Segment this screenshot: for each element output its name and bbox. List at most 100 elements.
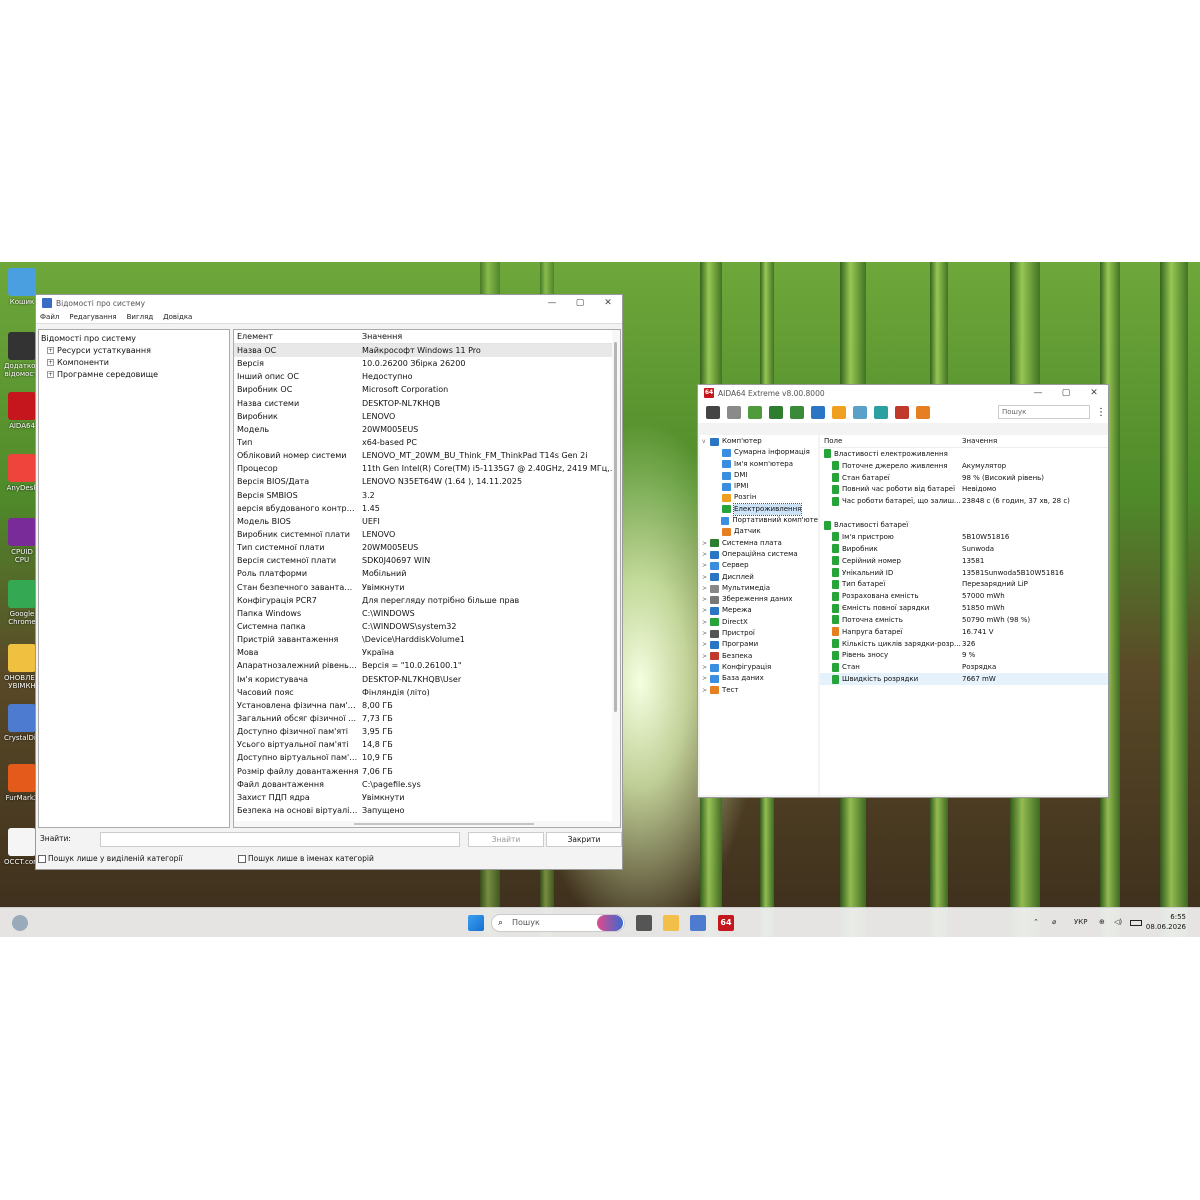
- table-row[interactable]: Версія системної плати SDK0J40697 WIN: [234, 554, 620, 567]
- table-row[interactable]: Усього віртуальної пам'яті 14,8 ГБ: [234, 738, 620, 751]
- column-value[interactable]: Значення: [359, 332, 620, 341]
- chevron-up-icon[interactable]: ⌃: [1033, 918, 1039, 926]
- table-row[interactable]: Апаратнозалежний рівень (HAL)Версія = "1…: [234, 659, 620, 672]
- expand-arrow-icon[interactable]: >: [702, 628, 710, 639]
- tree-node[interactable]: > Тест: [700, 685, 818, 696]
- category-tree[interactable]: Відомості про систему + Ресурси устаткуван…: [38, 329, 230, 828]
- list-item[interactable]: Властивості електроживлення: [820, 448, 1108, 460]
- find-input[interactable]: [100, 832, 460, 847]
- table-row[interactable]: Доступно віртуальної пам'яті 10,9 ГБ: [234, 751, 620, 764]
- search-category-names-checkbox[interactable]: Пошук лише в іменах категорій: [238, 854, 374, 863]
- tree-node[interactable]: Портативний комп'юте: [700, 515, 818, 526]
- table-row[interactable]: Установлена фізична пам'ять (...8,00 ГБ: [234, 699, 620, 712]
- table-row[interactable]: Файл довантаження C:\pagefile.sys: [234, 778, 620, 791]
- aida64-window[interactable]: 64 AIDA64 Extreme v8.00.8000 — ▢ ✕ Пошук…: [697, 384, 1109, 798]
- tree-node[interactable]: > DirectX: [700, 617, 818, 628]
- tree-node[interactable]: v Комп'ютер: [700, 436, 818, 447]
- minimize-button[interactable]: —: [538, 298, 566, 308]
- table-row[interactable]: Виробник ОС Microsoft Corporation: [234, 383, 620, 396]
- users-icon[interactable]: [874, 405, 888, 419]
- table-row[interactable]: Захист ПДП ядра Увімкнути: [234, 791, 620, 804]
- table-row[interactable]: Конфігурація PCR7 Для перегляду потрібно …: [234, 594, 620, 607]
- table-row[interactable]: Версія 10.0.26200 Збірка 26200: [234, 357, 620, 370]
- tree-node[interactable]: > Конфігурація: [700, 662, 818, 673]
- close-window-button[interactable]: ✕: [594, 298, 622, 308]
- tree-node[interactable]: > Збереження даних: [700, 594, 818, 605]
- list-item[interactable]: Розрахована ємність 57000 mWh: [820, 590, 1108, 602]
- cpu-icon[interactable]: [748, 405, 762, 419]
- column-item[interactable]: Елемент: [234, 332, 359, 341]
- table-row[interactable]: версія вбудованого контроле... 1.45: [234, 502, 620, 515]
- table-row[interactable]: Доступно фізичної пам'яті 3,95 ГБ: [234, 725, 620, 738]
- expand-arrow-icon[interactable]: >: [702, 583, 710, 594]
- tree-node[interactable]: > Сервер: [700, 560, 818, 571]
- table-row[interactable]: Назва системи DESKTOP-NL7KHQB: [234, 397, 620, 410]
- clock[interactable]: 6:55 08.06.2026: [1146, 912, 1186, 932]
- start-windows-icon[interactable]: [468, 915, 484, 931]
- tree-node[interactable]: Відомості про систему: [41, 333, 227, 345]
- list-item[interactable]: Ім'я пристрою 5B10W51816: [820, 531, 1108, 543]
- aida64-taskbar-icon[interactable]: 64: [718, 915, 734, 931]
- navigation-tree[interactable]: v Комп'ютер Сумарна інформація Ім'я комп'ют…: [700, 435, 818, 795]
- list-item[interactable]: Ємність повної зарядки 51850 mWh: [820, 602, 1108, 614]
- motherboard-icon[interactable]: [790, 405, 804, 419]
- file-explorer-icon[interactable]: [663, 915, 679, 931]
- menu-help[interactable]: Довідка: [163, 313, 192, 321]
- search-selected-category-checkbox[interactable]: Пошук лише у виділеній категорії: [38, 854, 183, 863]
- list-item[interactable]: Поточне джерело живлення Акумулятор: [820, 460, 1108, 472]
- list-item[interactable]: Властивості батареї: [820, 519, 1108, 531]
- find-button[interactable]: Знайти: [468, 832, 544, 847]
- expand-arrow-icon[interactable]: >: [702, 538, 710, 549]
- title-bar[interactable]: 64 AIDA64 Extreme v8.00.8000 — ▢ ✕: [698, 385, 1108, 401]
- tree-node[interactable]: > База даних: [700, 673, 818, 684]
- horizontal-scrollbar[interactable]: [234, 821, 620, 827]
- tree-node[interactable]: Розгін: [700, 492, 818, 503]
- list-item[interactable]: Швидкість розрядки 7667 mW: [820, 673, 1108, 686]
- list-item[interactable]: Напруга батареї 16.741 V: [820, 626, 1108, 638]
- tree-node[interactable]: + Програмне середовище: [41, 369, 227, 381]
- expand-arrow-icon[interactable]: >: [702, 639, 710, 650]
- close-window-button[interactable]: ✕: [1080, 388, 1108, 398]
- more-options-icon[interactable]: ⋮: [1094, 407, 1108, 418]
- tree-node[interactable]: > Мультимедіа: [700, 583, 818, 594]
- report-icon[interactable]: [727, 405, 741, 419]
- list-item[interactable]: Повний час роботи від батареї Невідомо: [820, 484, 1108, 496]
- vertical-scrollbar[interactable]: [612, 330, 620, 827]
- refresh-icon[interactable]: [706, 405, 720, 419]
- expand-arrow-icon[interactable]: v: [702, 436, 710, 447]
- properties-list[interactable]: Поле Значення Властивості електроживленн…: [820, 435, 1108, 795]
- maximize-button[interactable]: ▢: [566, 298, 594, 308]
- list-item[interactable]: Рівень зносу 9 %: [820, 650, 1108, 662]
- system-info-taskbar-icon[interactable]: [690, 915, 706, 931]
- expand-arrow-icon[interactable]: >: [702, 673, 710, 684]
- expand-arrow-icon[interactable]: >: [702, 662, 710, 673]
- list-item[interactable]: Стан Розрядка: [820, 661, 1108, 673]
- task-view-icon[interactable]: [636, 915, 652, 931]
- expand-icon[interactable]: +: [47, 359, 54, 366]
- tree-node[interactable]: > Дисплей: [700, 572, 818, 583]
- list-item[interactable]: Унікальний ID 13581Sunwoda5B10W51816: [820, 567, 1108, 579]
- stress-icon[interactable]: [832, 405, 846, 419]
- list-item[interactable]: Стан батареї 98 % (Високий рівень): [820, 472, 1108, 484]
- expand-arrow-icon[interactable]: >: [702, 605, 710, 616]
- table-row[interactable]: Роль платформи Мобільний: [234, 567, 620, 580]
- table-row[interactable]: Часовий пояс Фінляндія (літо): [234, 686, 620, 699]
- table-row[interactable]: Системна папка C:\WINDOWS\system32: [234, 620, 620, 633]
- table-row[interactable]: Модель BIOS UEFI: [234, 515, 620, 528]
- list-item[interactable]: Тип батареї Перезарядний LiP: [820, 578, 1108, 590]
- details-list[interactable]: Елемент Значення Назва ОС Майкрософт Wind…: [233, 329, 621, 828]
- expand-arrow-icon[interactable]: >: [702, 685, 710, 696]
- network-icon[interactable]: [811, 405, 825, 419]
- tree-node[interactable]: > Операційна система: [700, 549, 818, 560]
- list-item[interactable]: [820, 507, 1108, 519]
- expand-arrow-icon[interactable]: >: [702, 617, 710, 628]
- volume-icon[interactable]: ◁): [1114, 918, 1122, 926]
- table-row[interactable]: Обліковий номер системи LENOVO_MT_20WM_BU…: [234, 449, 620, 462]
- tree-node[interactable]: > Програми: [700, 639, 818, 650]
- table-row[interactable]: Тип x64-based PC: [234, 436, 620, 449]
- table-row[interactable]: Загальний обсяг фізичної пам'...7,73 ГБ: [234, 712, 620, 725]
- tree-node[interactable]: > Безпека: [700, 651, 818, 662]
- table-row[interactable]: Стан безпечного завантаження Увімкнути: [234, 581, 620, 594]
- menu-edit[interactable]: Редагування: [69, 313, 116, 321]
- network-off-icon[interactable]: ⌀: [1052, 918, 1056, 926]
